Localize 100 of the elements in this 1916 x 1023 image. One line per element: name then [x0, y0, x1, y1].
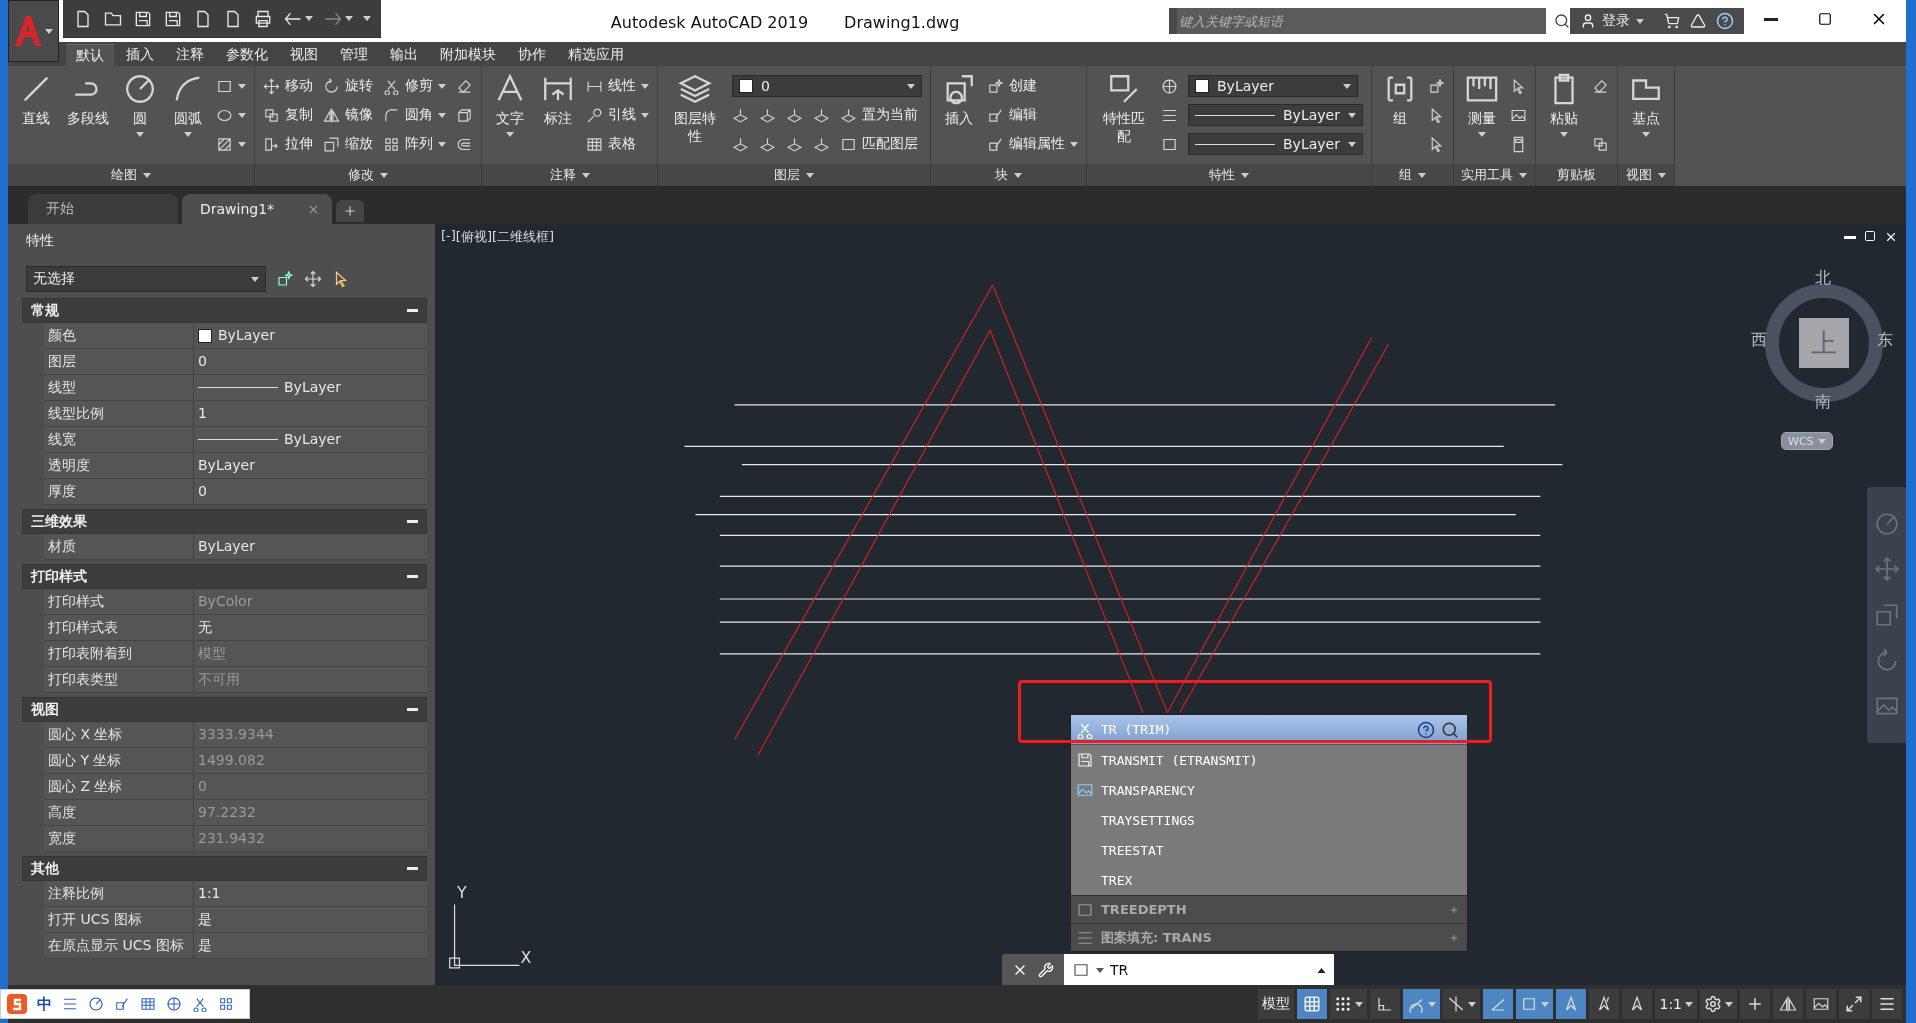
viewport-control[interactable]: [二维线框] — [492, 228, 555, 246]
ribbon-tool-button[interactable]: 表格 — [586, 135, 636, 153]
section-header[interactable]: 其他 — [22, 856, 427, 881]
ribbon-tool-button[interactable]: 创建 — [987, 77, 1037, 95]
property-dropdown[interactable]: 0 — [732, 75, 922, 97]
ribbon-large-button[interactable]: 粘贴 — [1543, 72, 1584, 162]
status-toggle[interactable] — [1443, 989, 1481, 1019]
ribbon-tool-button[interactable]: 镜像 — [323, 106, 373, 124]
autocomplete-item[interactable]: TRANSPARENCY — [1071, 775, 1467, 805]
ribbon-tab[interactable]: 附加模块 — [430, 44, 506, 66]
ribbon-tab[interactable]: 插入 — [116, 44, 164, 66]
ribbon-icon-button[interactable] — [813, 106, 830, 124]
fullscreen-button[interactable] — [1839, 989, 1869, 1019]
ribbon-tool-button[interactable]: 线性 — [586, 77, 649, 95]
property-dropdown[interactable]: ByLayer — [1188, 75, 1358, 97]
panel-title[interactable]: 组 — [1371, 164, 1453, 186]
panel-title[interactable]: 特性 — [1087, 164, 1371, 186]
panel-title[interactable]: 图层 — [658, 164, 930, 186]
document-tab[interactable]: Drawing1* — [182, 194, 332, 224]
ribbon-large-button[interactable]: 圆 — [120, 72, 160, 162]
status-toggle[interactable] — [1483, 989, 1514, 1019]
property-dropdown[interactable]: ByLayer — [1188, 104, 1363, 126]
compass-direction[interactable]: 西 — [1751, 330, 1767, 351]
ribbon-icon-button[interactable] — [456, 77, 473, 95]
autocomplete-group[interactable]: 图案填充: TRANS — [1071, 923, 1467, 951]
ribbon-large-button[interactable]: 文字 — [490, 72, 530, 162]
ribbon-tab[interactable]: 视图 — [280, 44, 328, 66]
status-toggle[interactable] — [1370, 989, 1401, 1019]
autocomplete-item[interactable]: TRANSMIT (ETRANSMIT) — [1071, 745, 1467, 775]
ribbon-tool-button[interactable]: 引线 — [586, 106, 649, 124]
section-header[interactable]: 常规 — [22, 298, 427, 323]
ribbon-icon-button[interactable] — [216, 135, 246, 153]
ribbon-large-button[interactable]: 组 — [1379, 72, 1420, 162]
menu-button[interactable] — [1872, 989, 1902, 1019]
close-icon[interactable] — [1884, 230, 1898, 244]
settings-button[interactable] — [1700, 989, 1737, 1019]
add-button[interactable] — [1740, 989, 1770, 1019]
login-button[interactable]: 登录 — [1570, 8, 1654, 34]
compass-direction[interactable]: 北 — [1815, 268, 1831, 289]
ribbon-tool-button[interactable]: 圆角 — [383, 106, 446, 124]
ribbon-tool-button[interactable]: 复制 — [263, 106, 313, 124]
customize-button[interactable] — [362, 16, 371, 21]
cart-icon[interactable] — [1664, 13, 1680, 29]
ribbon-tab[interactable]: 默认 — [66, 44, 114, 66]
ribbon-tab[interactable]: 参数化 — [216, 44, 278, 66]
ribbon-large-button[interactable]: 特性匹配 — [1095, 72, 1153, 162]
ribbon-tool-button[interactable]: 匹配图层 — [840, 135, 918, 153]
panel-title[interactable]: 块 — [931, 164, 1086, 186]
new-tab-button[interactable] — [336, 200, 364, 222]
ribbon-tool-button[interactable]: 置为当前 — [840, 106, 918, 124]
ribbon-icon-button[interactable] — [1591, 135, 1609, 153]
viewport-control[interactable]: [俯视] — [455, 228, 492, 246]
input-mode[interactable]: 中 — [37, 994, 52, 1014]
application-menu-button[interactable] — [8, 0, 59, 62]
autocomplete-group[interactable]: TREEDEPTH — [1071, 895, 1467, 923]
panel-title[interactable]: 绘图 — [8, 164, 254, 186]
drawing-canvas[interactable]: Y X [-][俯视][二维线框] 北 西 上 东 南 WCS TR (TRIM) TRANSMIT (ETRANSMIT) TRANSPARENCY TRAYSETTINGS TREESTAT TREX TREEDEPTH 图案填充: TRANS TR — [435, 224, 1906, 985]
ribbon-icon-button[interactable] — [813, 135, 830, 153]
ribbon-tool-button[interactable]: 缩放 — [323, 135, 373, 153]
ribbon-icon-button[interactable] — [759, 106, 776, 124]
hardware-button[interactable] — [1806, 989, 1836, 1019]
ribbon-tool-button[interactable]: 旋转 — [323, 77, 373, 95]
status-toggle[interactable] — [1403, 989, 1441, 1019]
command-line-field[interactable]: TR — [1064, 954, 1334, 985]
ribbon-tool-button[interactable]: 编辑 — [987, 106, 1037, 124]
isolate-button[interactable] — [1773, 989, 1803, 1019]
ribbon-icon-button[interactable] — [1161, 77, 1178, 95]
panel-title[interactable]: 剪贴板 — [1535, 164, 1617, 186]
panel-title[interactable]: 注释 — [482, 164, 657, 186]
ribbon-tool-button[interactable]: 阵列 — [383, 135, 446, 153]
ribbon-tool-button[interactable]: 移动 — [263, 77, 313, 95]
ribbon-icon-button[interactable] — [732, 135, 749, 153]
annotation-scale-button[interactable]: 1:1 — [1655, 989, 1697, 1019]
ribbon-large-button[interactable]: 直线 — [16, 72, 56, 162]
ribbon-tab[interactable]: 输出 — [380, 44, 428, 66]
ribbon-tab[interactable]: 管理 — [330, 44, 378, 66]
section-header[interactable]: 打印样式 — [22, 564, 427, 589]
ribbon-icon-button[interactable] — [1427, 77, 1445, 95]
ribbon-large-button[interactable]: 标注 — [538, 72, 578, 162]
property-dropdown[interactable]: ByLayer — [1188, 133, 1363, 155]
ribbon-tool-button[interactable]: 修剪 — [383, 77, 446, 95]
autocomplete-item[interactable]: TREX — [1071, 865, 1467, 895]
ribbon-large-button[interactable]: 多段线 — [64, 72, 112, 162]
help-icon[interactable] — [1417, 720, 1435, 739]
section-header[interactable]: 视图 — [22, 697, 427, 722]
ribbon-tab[interactable]: 精选应用 — [558, 44, 634, 66]
document-tab[interactable]: 开始 — [28, 194, 178, 224]
status-toggle[interactable] — [1330, 989, 1368, 1019]
panel-title[interactable]: 视图 — [1617, 164, 1674, 186]
status-toggle[interactable] — [1516, 989, 1554, 1019]
status-toggle[interactable] — [1589, 989, 1620, 1019]
ribbon-large-button[interactable]: 基点 — [1625, 72, 1666, 162]
status-toggle[interactable] — [1297, 989, 1328, 1019]
ribbon-large-button[interactable]: 圆弧 — [168, 72, 208, 162]
ribbon-tab[interactable]: 注释 — [166, 44, 214, 66]
ribbon-large-button[interactable]: 图层特性 — [666, 72, 724, 162]
binoculars-icon[interactable] — [1554, 13, 1570, 29]
panel-title[interactable]: 实用工具 — [1453, 164, 1535, 186]
ribbon-tool-button[interactable]: 编辑属性 — [987, 135, 1078, 153]
restore-icon[interactable] — [1864, 230, 1876, 242]
